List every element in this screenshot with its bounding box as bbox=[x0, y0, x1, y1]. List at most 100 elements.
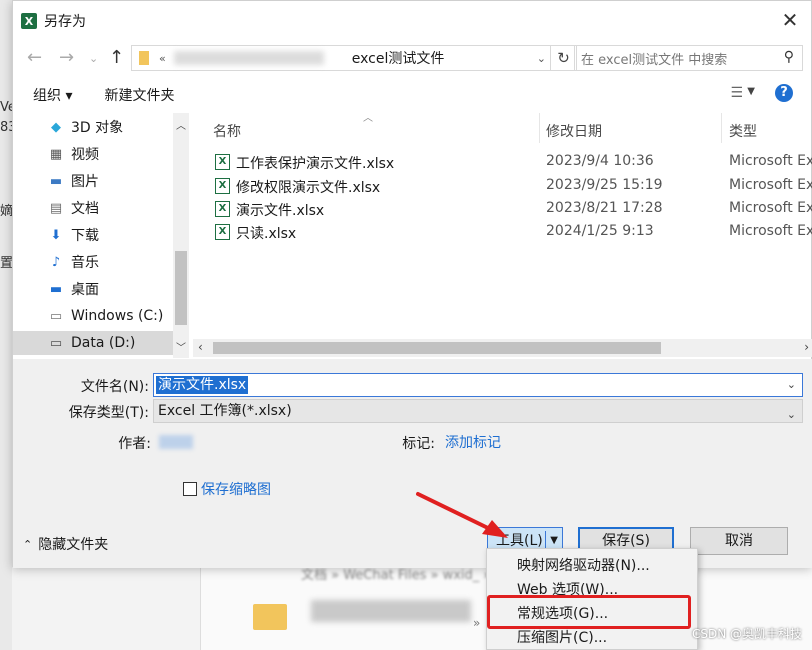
breadcrumb-overflow[interactable]: « bbox=[159, 52, 166, 65]
nav-item-label: 下载 bbox=[71, 228, 99, 244]
nav-item-downloads[interactable]: ⬇ 下载 bbox=[47, 223, 99, 247]
toolbar: 组织 ▾ 新建文件夹 ☰ ▼ ? bbox=[13, 81, 812, 109]
title-bar: X 另存为 bbox=[13, 1, 811, 41]
excel-file-icon: X bbox=[215, 201, 230, 217]
nav-item-drive-d[interactable]: ▭ Data (D:) bbox=[13, 331, 177, 355]
filename-value: 演示文件.xlsx bbox=[156, 376, 249, 394]
hide-folders-label: 隐藏文件夹 bbox=[38, 537, 109, 553]
sort-ascending-icon: ︿ bbox=[363, 113, 373, 124]
nav-item-label: 3D 对象 bbox=[71, 120, 124, 136]
annotation-arrow bbox=[416, 492, 508, 538]
checkbox-box[interactable] bbox=[183, 482, 197, 496]
nav-item-music[interactable]: ♪ 音乐 bbox=[47, 250, 99, 274]
folder-icon bbox=[253, 604, 287, 630]
filetype-value: Excel 工作簿(*.xlsx) bbox=[158, 403, 292, 419]
close-button[interactable]: ✕ bbox=[777, 9, 803, 33]
file-name: 修改权限演示文件.xlsx bbox=[236, 180, 381, 196]
column-header-date[interactable]: 修改日期 bbox=[546, 121, 602, 141]
column-header-type[interactable]: 类型 bbox=[729, 121, 757, 141]
chevron-down-icon[interactable]: ▼ bbox=[747, 86, 755, 97]
column-divider[interactable] bbox=[721, 113, 722, 143]
author-label: 作者: bbox=[118, 436, 151, 452]
navigation-pane: ◆ 3D 对象 ▦ 视频 ▬ 图片 ▤ 文档 ⬇ 下载 ♪ 音乐 ▬ 桌面 ▭ Windows … bbox=[13, 113, 189, 358]
refresh-button[interactable]: ↻ bbox=[550, 46, 576, 70]
author-value[interactable] bbox=[159, 435, 193, 449]
chevron-up-icon: ⌃ bbox=[23, 537, 33, 551]
save-thumbnail-checkbox[interactable]: 保存缩略图 bbox=[183, 479, 271, 499]
file-type: Microsoft Excel bbox=[729, 153, 812, 169]
chevron-left-icon[interactable]: ‹ bbox=[198, 340, 203, 354]
save-thumbnail-label[interactable]: 保存缩略图 bbox=[201, 479, 271, 499]
nav-item-pictures[interactable]: ▬ 图片 bbox=[47, 169, 99, 193]
nav-item-label: 图片 bbox=[71, 174, 99, 190]
scroll-thumb[interactable] bbox=[175, 251, 187, 325]
dialog-title: 另存为 bbox=[44, 14, 86, 30]
filename-label: 文件名(N): bbox=[80, 379, 149, 395]
file-row[interactable]: X 修改权限演示文件.xlsx 2023/9/25 15:19 Microsof… bbox=[193, 175, 812, 197]
breadcrumb-current[interactable]: excel测试文件 bbox=[352, 48, 445, 68]
watermark: CSDN @奥凯丰科技 bbox=[691, 627, 802, 641]
column-divider[interactable] bbox=[539, 113, 540, 143]
horizontal-scrollbar[interactable]: ‹ › bbox=[193, 339, 812, 357]
filetype-select[interactable]: Excel 工作簿(*.xlsx) ⌄ bbox=[153, 399, 803, 423]
menu-item-compress-pictures[interactable]: 压缩图片(C)... bbox=[517, 627, 607, 647]
nav-item-label: 文档 bbox=[71, 201, 99, 217]
nav-item-videos[interactable]: ▦ 视频 bbox=[47, 142, 99, 166]
file-type: Microsoft Excel bbox=[729, 200, 812, 216]
file-row[interactable]: X 演示文件.xlsx 2023/8/21 17:28 Microsoft Ex… bbox=[193, 198, 812, 220]
add-tags-link[interactable]: 添加标记 bbox=[445, 432, 501, 452]
chevron-down-icon[interactable]: ⌄ bbox=[787, 404, 796, 426]
nav-item-label: 桌面 bbox=[71, 282, 99, 298]
nav-item-label: 音乐 bbox=[71, 255, 99, 271]
filetype-label: 保存类型(T): bbox=[68, 405, 149, 421]
file-list: ︿ 名称 修改日期 类型 X 工作表保护演示文件.xlsx 2023/9/4 1… bbox=[193, 109, 812, 357]
menu-item-map-drive[interactable]: 映射网络驱动器(N)... bbox=[517, 555, 650, 575]
organize-button[interactable]: 组织 ▾ bbox=[33, 85, 72, 105]
chevron-down-icon[interactable]: ⌄ bbox=[787, 378, 796, 391]
column-header-name[interactable]: 名称 bbox=[213, 121, 241, 141]
close-icon: ✕ bbox=[781, 8, 799, 32]
blurred-name bbox=[311, 600, 471, 622]
excel-file-icon: X bbox=[215, 178, 230, 194]
search-placeholder: 在 excel测试文件 中搜索 bbox=[581, 52, 728, 68]
cube-icon: ◆ bbox=[51, 119, 61, 135]
file-date: 2023/8/21 17:28 bbox=[546, 200, 663, 216]
help-icon[interactable]: ? bbox=[775, 84, 793, 102]
recent-dropdown[interactable]: ⌄ bbox=[89, 52, 98, 65]
download-icon: ⬇ bbox=[50, 227, 62, 243]
drive-icon: ▭ bbox=[49, 335, 63, 351]
file-date: 2024/1/25 9:13 bbox=[546, 223, 654, 239]
search-input[interactable]: 在 excel测试文件 中搜索 ⚲ bbox=[574, 45, 803, 71]
chevron-down-icon[interactable]: ⌄ bbox=[537, 52, 546, 65]
address-row: ← → ⌄ ↑ « excel测试文件 ⌄ ↻ 在 excel测试文件 中搜索 … bbox=[13, 45, 812, 73]
hide-folders-toggle[interactable]: ⌃ 隐藏文件夹 bbox=[23, 534, 108, 554]
up-button[interactable]: ↑ bbox=[109, 47, 124, 68]
chevron-right-icon[interactable]: › bbox=[804, 340, 809, 354]
background-app-strip: Ve 83 嫡 置 bbox=[0, 0, 17, 650]
nav-item-documents[interactable]: ▤ 文档 bbox=[47, 196, 99, 220]
nav-item-drive-c[interactable]: ▭ Windows (C:) bbox=[47, 304, 164, 328]
excel-file-icon: X bbox=[215, 224, 230, 240]
file-date: 2023/9/4 10:36 bbox=[546, 153, 654, 169]
view-options-icon[interactable]: ☰ bbox=[730, 85, 743, 101]
blurred-path bbox=[173, 51, 324, 65]
desktop-icon: ▬ bbox=[49, 281, 63, 297]
address-bar[interactable]: « excel测试文件 ⌄ ↻ bbox=[131, 45, 577, 71]
file-row[interactable]: X 只读.xlsx 2024/1/25 9:13 Microsoft Excel bbox=[193, 221, 812, 243]
cancel-button[interactable]: 取消 bbox=[690, 527, 788, 555]
filename-input[interactable]: 演示文件.xlsx ⌄ bbox=[153, 373, 803, 397]
nav-scrollbar[interactable]: ︿ ﹀ bbox=[173, 113, 189, 358]
chevron-up-icon[interactable]: ︿ bbox=[176, 117, 186, 132]
scroll-thumb[interactable] bbox=[213, 342, 661, 354]
new-folder-button[interactable]: 新建文件夹 bbox=[104, 85, 174, 105]
save-as-dialog: X 另存为 ✕ ← → ⌄ ↑ « excel测试文件 ⌄ ↻ 在 excel测… bbox=[12, 0, 812, 568]
drive-icon: ▭ bbox=[49, 308, 63, 324]
highlight-box bbox=[487, 595, 691, 629]
chevron-down-icon[interactable]: ﹀ bbox=[176, 339, 186, 354]
forward-button[interactable]: → bbox=[59, 47, 74, 68]
back-button[interactable]: ← bbox=[27, 47, 42, 68]
nav-item-desktop[interactable]: ▬ 桌面 bbox=[47, 277, 99, 301]
file-date: 2023/9/25 15:19 bbox=[546, 177, 663, 193]
nav-item-3d[interactable]: ◆ 3D 对象 bbox=[47, 115, 123, 139]
file-row[interactable]: X 工作表保护演示文件.xlsx 2023/9/4 10:36 Microsof… bbox=[193, 151, 812, 173]
